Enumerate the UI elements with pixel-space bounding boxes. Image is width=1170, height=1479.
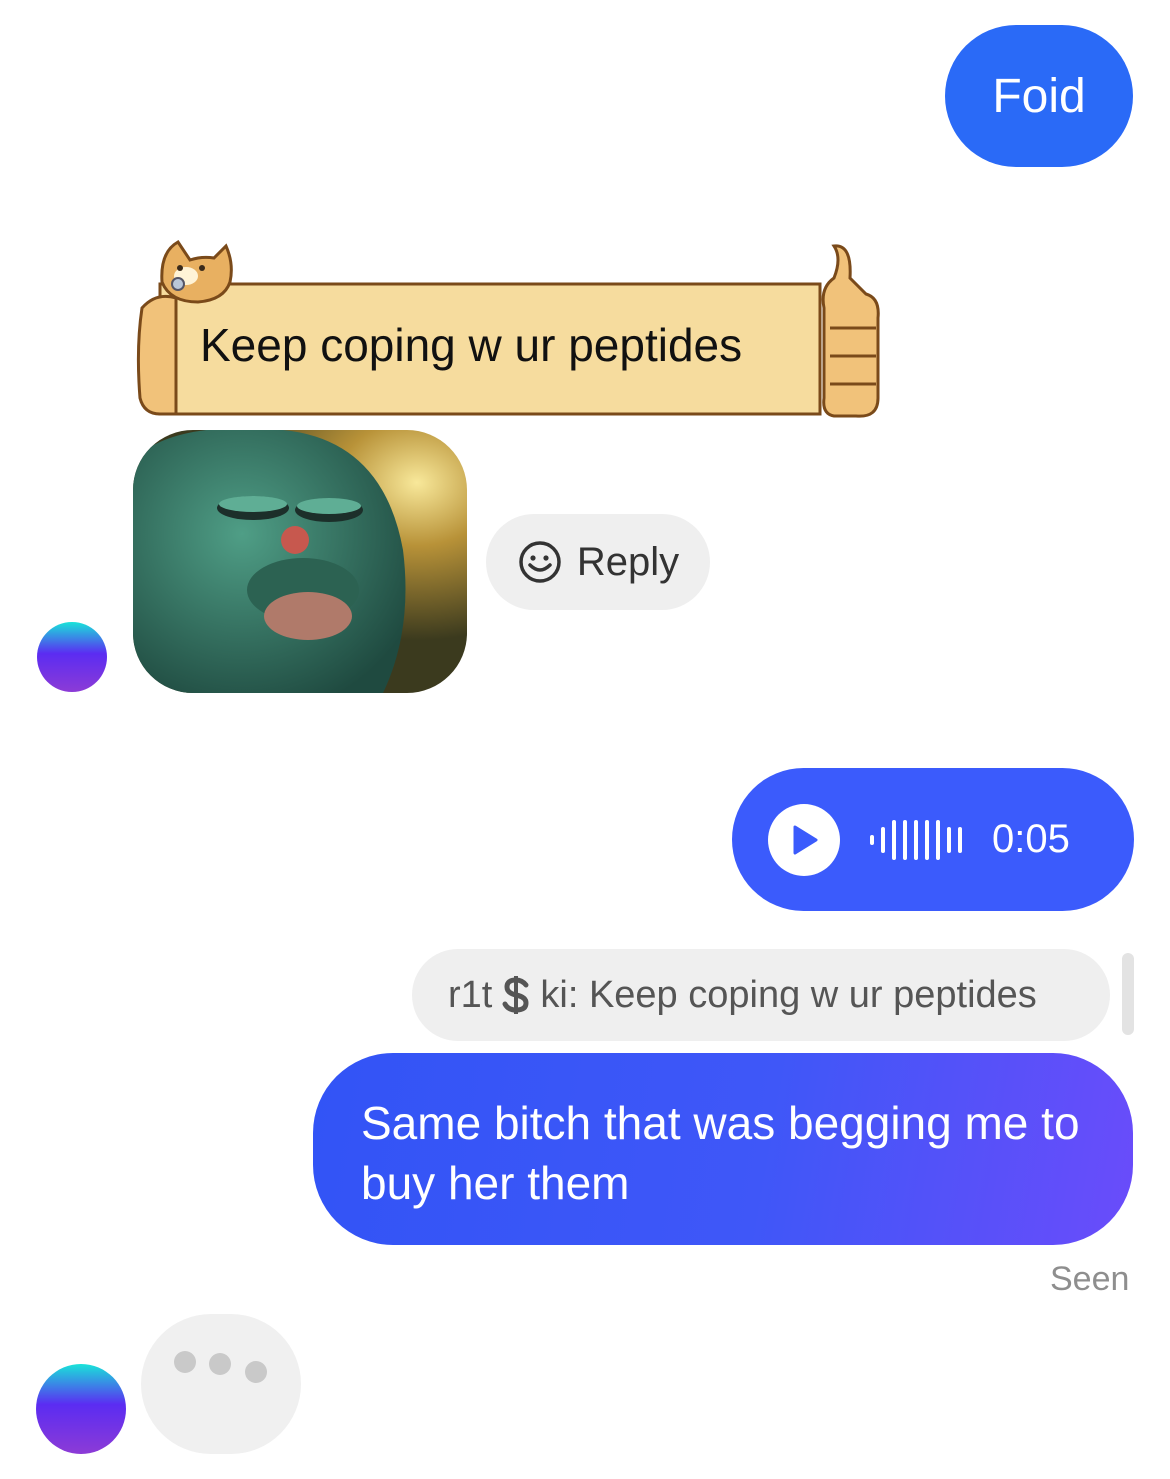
quote-sender-suffix: ki [540,973,568,1016]
sticker-text: Keep coping w ur peptides [200,319,743,371]
reply-button[interactable]: Reply [486,514,710,610]
quoted-reply[interactable]: r1t ki: Keep coping w ur peptides [412,949,1110,1041]
reply-label: Reply [576,539,680,584]
contact-avatar[interactable] [37,622,107,692]
message-text: Foid [992,69,1086,123]
image-message[interactable] [133,430,467,693]
dollar-icon [502,976,529,1014]
typing-dot [174,1351,196,1373]
message-text: Same bitch that was begging me to buy he… [361,1097,1080,1209]
contact-avatar[interactable] [36,1364,126,1454]
read-status: Seen [1050,1260,1130,1298]
outgoing-message-bubble[interactable]: Same bitch that was begging me to buy he… [313,1053,1133,1245]
typing-dot [209,1353,231,1375]
quote-text: Keep coping w ur peptides [588,973,1037,1016]
waveform-icon [870,819,962,860]
play-icon [793,825,818,854]
play-button[interactable] [768,803,840,876]
frog-meme-image [133,430,467,693]
voice-message[interactable]: 0:05 [732,768,1134,911]
outgoing-message-bubble[interactable]: Foid [945,25,1133,167]
typing-indicator [141,1314,301,1454]
typing-dot [245,1361,267,1383]
quote-indicator-bar [1122,953,1134,1035]
smile-reply-icon [519,541,561,583]
quote-sender: r1t [448,973,493,1016]
voice-duration: 0:05 [992,817,1070,861]
